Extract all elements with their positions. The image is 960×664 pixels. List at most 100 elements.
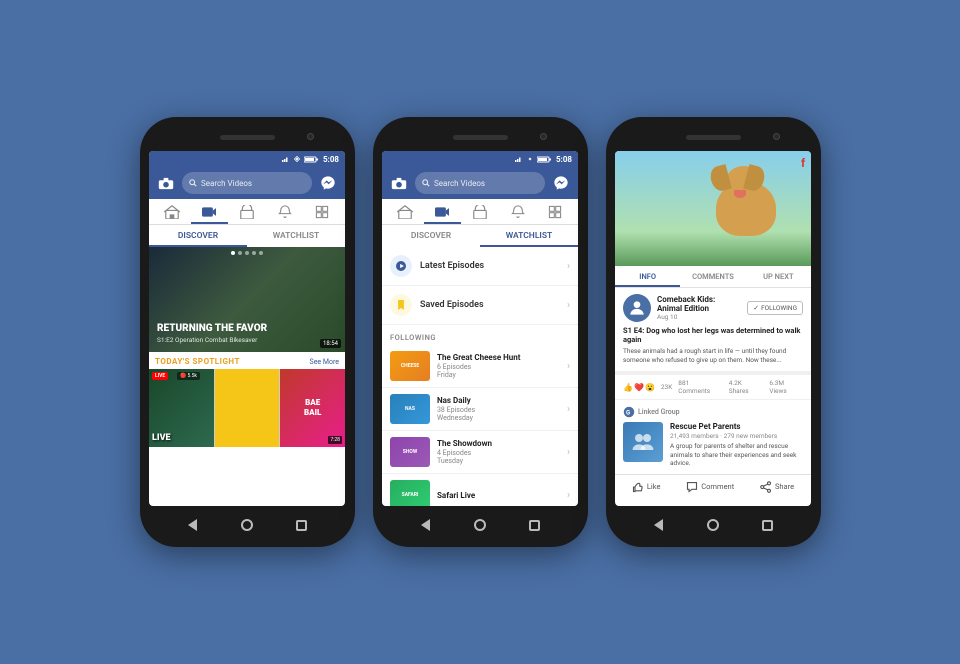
nav-menu-2[interactable] [536,205,574,224]
home-button-1[interactable] [239,517,255,533]
tab-comments[interactable]: COMMENTS [680,266,745,287]
wifi-icon-2 [526,156,534,162]
bookmark-icon [396,300,406,310]
show-thumb-inner-3: SHOW [390,437,430,467]
marketplace-icon-2 [472,205,488,219]
show-item-4[interactable]: SAFARI Safari Live › [382,474,578,506]
phone-2-camera [540,133,547,140]
play-icon-container [390,255,412,277]
menu-icon-2 [548,205,562,219]
comment-label: Comment [701,482,734,491]
show-avatar [623,294,651,322]
show-avatar-icon [627,298,647,318]
chevron-show-4: › [567,490,570,501]
group-card[interactable]: Rescue Pet Parents 21,493 members · 279 … [623,422,803,467]
like-button[interactable]: Like [632,481,661,493]
spotlight-item-1[interactable]: LIVE 🔴 5.5k LIVE [149,369,214,447]
group-info: Rescue Pet Parents 21,493 members · 279 … [670,422,803,467]
action-bar: Like Comment Share [615,474,811,499]
recents-button-2[interactable] [526,517,542,533]
dog-video[interactable]: f [615,151,811,266]
dot-3 [245,251,249,255]
tab-info[interactable]: INFO [615,266,680,287]
group-name: Rescue Pet Parents [670,422,803,431]
show-meta-3: 4 EpisodesTuesday [437,449,560,465]
comments-count: 881 Comments [678,379,722,395]
show-meta-1: 6 EpisodesFriday [437,363,560,379]
show-title-4: Safari Live [437,491,560,500]
signal-icon [282,156,290,162]
tab-discover-1[interactable]: DISCOVER [149,225,247,247]
messenger-icon-btn-1[interactable] [317,172,339,194]
nav-notifications-2[interactable] [499,204,537,224]
show-thumb-inner-1: CHEESE [390,351,430,381]
nav-home-2[interactable] [386,205,424,224]
show-info-4: Safari Live [437,491,560,500]
back-button-1[interactable] [185,517,201,533]
nav-marketplace-2[interactable] [461,205,499,224]
following-label: FOLLOWING [761,304,797,312]
tab-upnext[interactable]: UP NEXT [746,266,811,287]
see-more-btn[interactable]: See More [310,358,339,366]
fb-header-1: Search Videos [149,167,345,199]
episode-title: S1 E4: Dog who lost her legs was determi… [623,326,803,344]
spotlight-grid: LIVE 🔴 5.5k LIVE BAEBAIL 7:28 [149,369,345,447]
nav-video-1[interactable] [191,205,229,224]
camera-icon-btn-2[interactable] [388,172,410,194]
recents-button-1[interactable] [293,517,309,533]
phone-1-speaker [220,135,275,140]
show-name: Comeback Kids: Animal Edition [657,295,741,313]
nav-menu-1[interactable] [303,205,341,224]
phone-2-screen: 5:08 Search Videos [382,151,578,506]
linked-group-section: G Linked Group Rescue Pet Parents 21,493… [615,400,811,473]
share-button[interactable]: Share [760,481,794,493]
show-thumb-3: SHOW [390,437,430,467]
show-item-3[interactable]: SHOW The Showdown 4 EpisodesTuesday › [382,431,578,474]
phone-3-camera [773,133,780,140]
show-item-1[interactable]: CHEESE The Great Cheese Hunt 6 EpisodesF… [382,345,578,388]
tab-watchlist-1[interactable]: WATCHLIST [247,225,345,247]
comment-button[interactable]: Comment [686,481,734,493]
search-bar-1[interactable]: Search Videos [182,172,312,194]
spotlight-item-3[interactable]: BAEBAIL 7:28 [280,369,345,447]
hero-video-1[interactable]: RETURNING THE FAVOR S1:E2 Operation Comb… [149,247,345,352]
tab-watchlist-2[interactable]: WATCHLIST [480,225,578,247]
phone-1: 5:08 Search Videos [140,117,355,547]
nav-marketplace-1[interactable] [228,205,266,224]
search-bar-2[interactable]: Search Videos [415,172,545,194]
camera-icon-btn-1[interactable] [155,172,177,194]
show-item-2[interactable]: NAS Nas Daily 38 EpisodesWednesday › [382,388,578,431]
search-icon-2 [422,179,430,187]
phone-3-notch [612,129,815,147]
shares-count: 4.2K Shares [729,379,764,395]
live-text: LIVE [152,433,171,443]
group-desc: A group for parents of shelter and rescu… [670,442,803,467]
group-members: 21,493 members · 279 new members [670,432,803,440]
home-button-2[interactable] [472,517,488,533]
latest-episodes-item[interactable]: Latest Episodes › [382,247,578,286]
tab-discover-2[interactable]: DISCOVER [382,225,480,247]
search-placeholder-2: Search Videos [434,179,485,188]
like-icon [632,481,644,493]
messenger-icon-btn-2[interactable] [550,172,572,194]
nav-notifications-1[interactable] [266,204,304,224]
saved-episodes-item[interactable]: Saved Episodes › [382,286,578,325]
nav-video-2[interactable] [424,205,462,224]
fb-header-2: Search Videos [382,167,578,199]
recents-button-3[interactable] [759,517,775,533]
nav-icons-1 [149,199,345,225]
back-button-3[interactable] [651,517,667,533]
views-count: 6.3M Views [769,379,803,395]
share-label: Share [775,482,794,491]
tabs-2: DISCOVER WATCHLIST [382,225,578,247]
following-button[interactable]: ✓ FOLLOWING [747,301,803,315]
back-button-2[interactable] [418,517,434,533]
phone-3-bottom-bar [612,511,815,535]
nav-home-1[interactable] [153,205,191,224]
dog-video-image [615,151,811,266]
show-detail: Comeback Kids: Animal Edition Aug 10 ✓ F… [615,288,811,375]
spotlight-item-2[interactable] [215,369,280,447]
home-button-3[interactable] [705,517,721,533]
phone-1-screen: 5:08 Search Videos [149,151,345,506]
phone-2-notch [379,129,582,147]
